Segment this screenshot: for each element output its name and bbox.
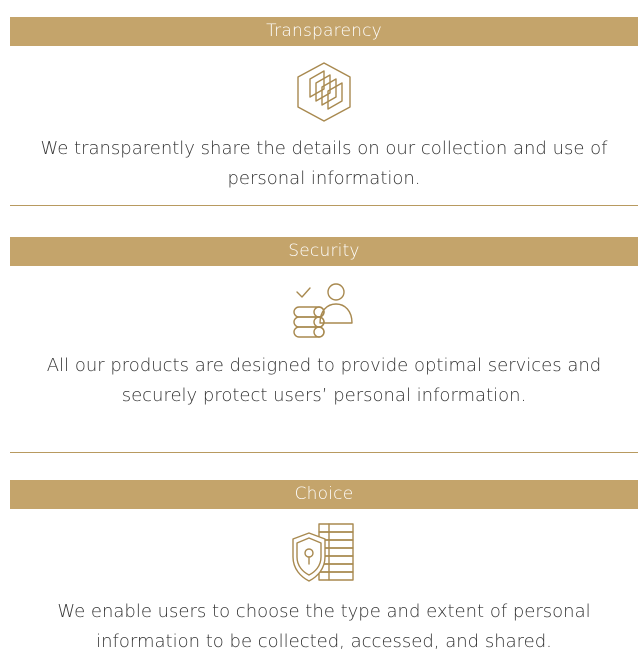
user-check-database-icon — [293, 283, 353, 338]
icon-container — [10, 521, 638, 585]
section-description: We enable users to choose the type and e… — [57, 601, 591, 652]
layered-hexagon-icon — [297, 62, 351, 122]
section-divider — [10, 205, 638, 206]
icon-container — [10, 279, 638, 339]
section-description: All our products are designed to provide… — [46, 355, 602, 406]
section-title: Choice — [10, 480, 638, 509]
section-description: We transparently share the details on ou… — [40, 138, 608, 189]
section-divider — [10, 452, 638, 453]
section-security: Security All our products are designed t… — [10, 237, 638, 455]
icon-container — [10, 61, 638, 123]
section-title: Security — [10, 237, 638, 266]
section-title: Transparency — [10, 17, 638, 46]
shield-lock-list-icon — [292, 523, 354, 582]
section-choice: Choice We enable users to choose the typ… — [10, 480, 638, 652]
section-transparency: Transparency We transparently share the … — [10, 17, 638, 207]
